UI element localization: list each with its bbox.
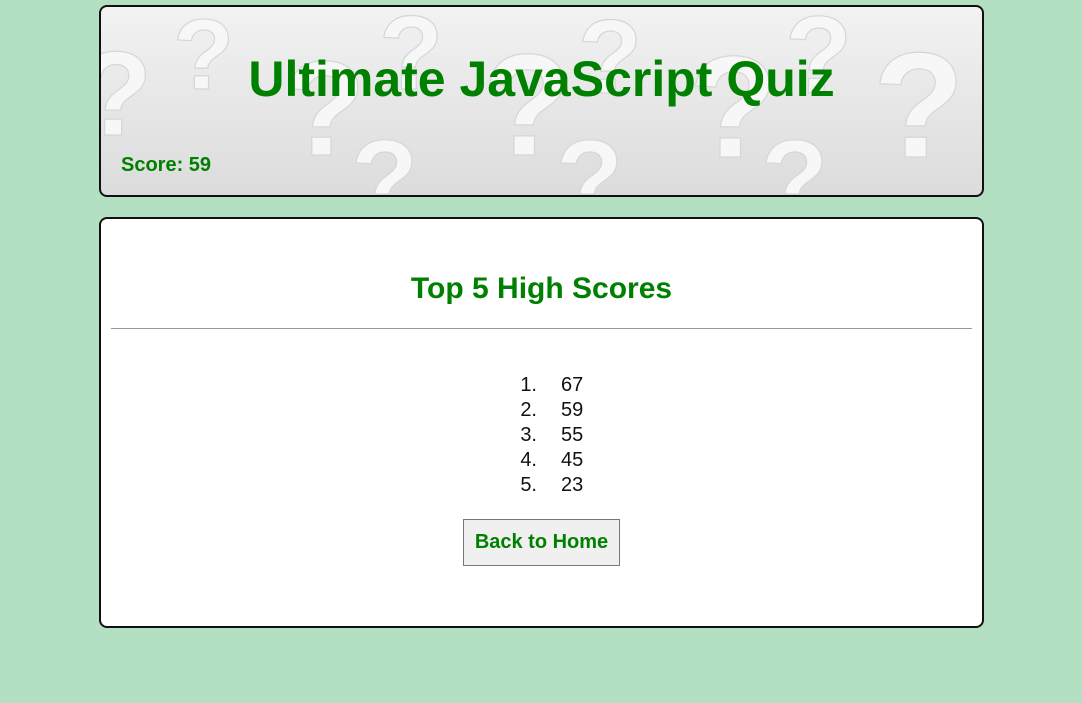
score-rank: 4. [520,449,537,471]
high-score-item-3: 3. 55 [511,423,601,448]
high-scores-panel: Top 5 High Scores 1. 67 2. 59 3. 55 4. 4… [99,217,984,628]
score-rank: 3. [520,424,537,446]
question-mark-icon: ? [556,118,623,195]
score-value: 59 [561,399,584,421]
score-value: 45 [561,449,584,471]
high-score-item-4: 4. 45 [511,448,601,473]
quiz-header: ? ? ? ? ? ? ? ? ? ? ? ? Ultimate JavaScr… [99,5,984,197]
section-divider [111,328,972,329]
score-rank: 2. [520,399,537,421]
current-score: Score: 59 [121,154,212,176]
high-scores-title: Top 5 High Scores [410,272,673,305]
score-value: 23 [561,474,584,496]
question-mark-icon: ? [351,118,418,195]
high-score-item-2: 2. 59 [511,398,601,423]
question-mark-icon: ? [873,21,965,189]
question-mark-icon: ? [761,118,828,195]
score-rank: 5. [520,474,537,496]
high-score-item-1: 1. 67 [511,373,601,398]
score-rank: 1. [520,374,537,396]
score-value: 55 [561,424,584,446]
high-score-item-5: 5. 23 [511,473,601,498]
high-score-list: 1. 67 2. 59 3. 55 4. 45 5. 23 [511,373,601,498]
score-value: 67 [561,374,584,396]
page-title: Ultimate JavaScript Quiz [248,51,835,107]
back-to-home-button[interactable]: Back to Home [463,519,620,566]
